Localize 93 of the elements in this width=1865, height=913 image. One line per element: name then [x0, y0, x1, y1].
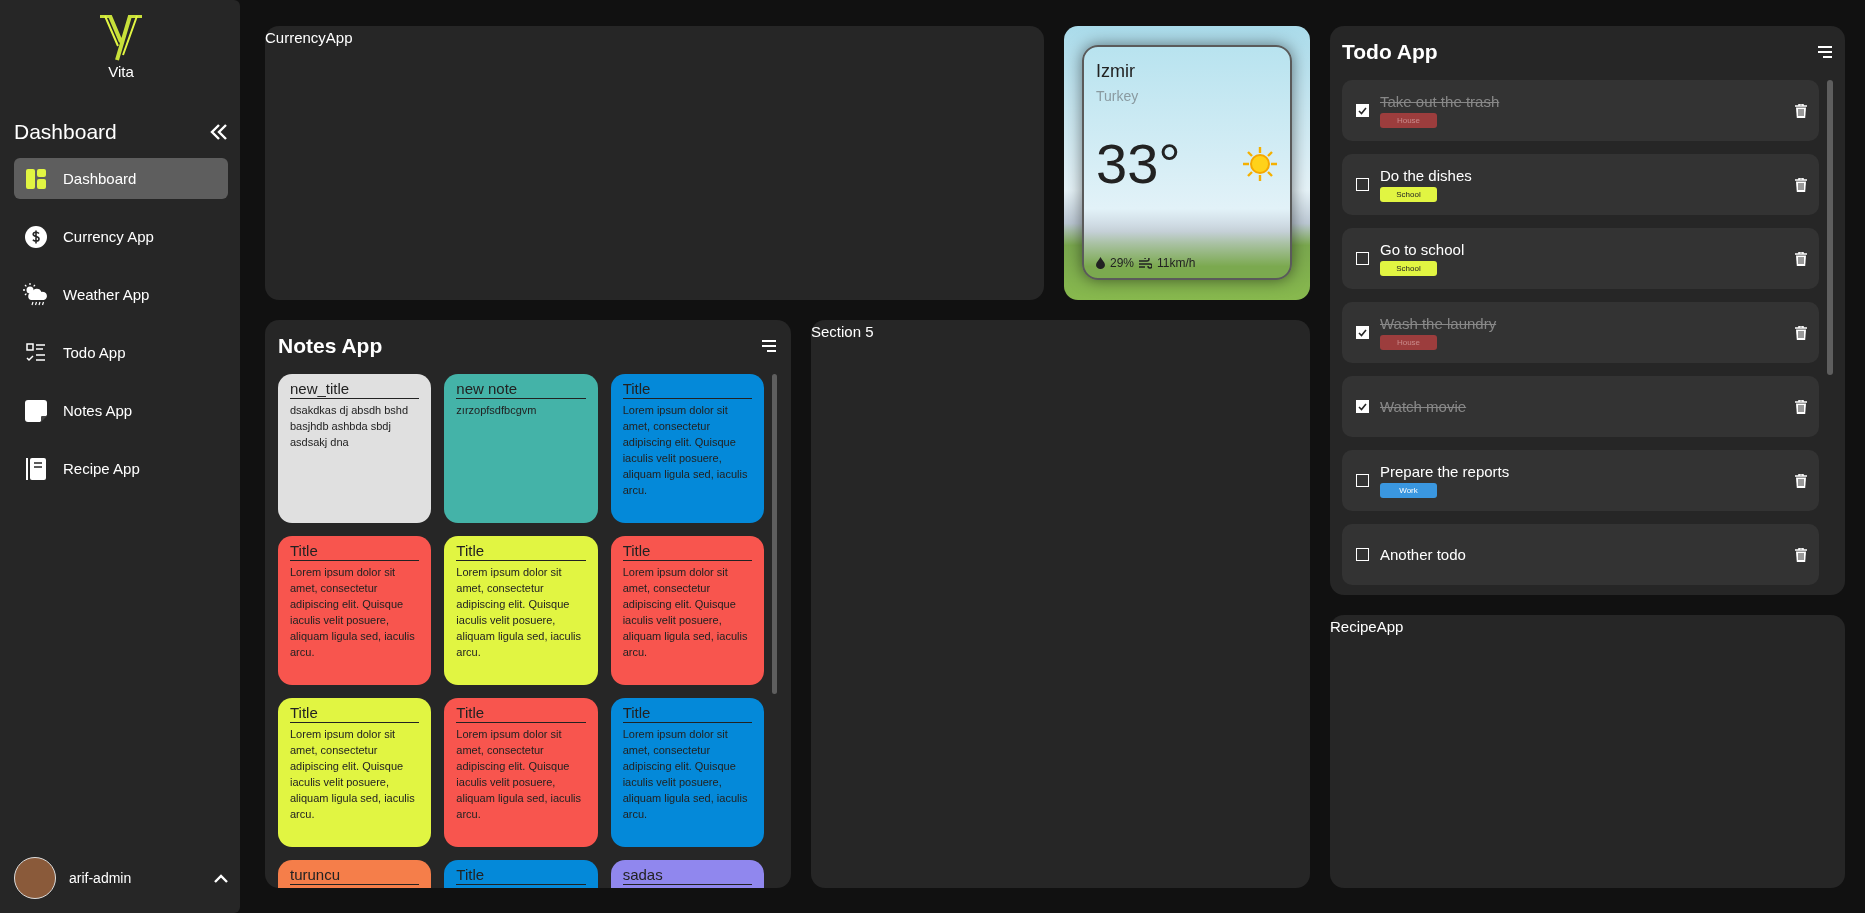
note-title: sadas: [622, 866, 752, 885]
droplet-icon: [1096, 257, 1105, 269]
card-title: CurrencyApp: [265, 29, 353, 46]
card-title: Section 5: [811, 323, 874, 340]
todo-text: Do the dishes: [1380, 167, 1472, 184]
checklist-icon: [26, 342, 46, 363]
todo-text: Prepare the reports: [1380, 463, 1510, 480]
todo-tag: Work: [1380, 483, 1437, 498]
note-title: Title: [290, 704, 420, 723]
sidebar-heading: Dashboard: [14, 120, 117, 144]
note-card[interactable]: turuncu: [278, 860, 432, 888]
note-card[interactable]: sadas: [610, 860, 764, 888]
logo-text: Vita: [108, 63, 134, 80]
note-title: new_title: [290, 380, 420, 399]
note-card[interactable]: Title Lorem ipsum dolor sit amet, consectetur adipiscing elit. Quisque iaculis velit posuere, aliquam ligula sed, iaculis arcu.: [278, 536, 432, 685]
note-icon: [25, 399, 47, 422]
note-card[interactable]: Title Lorem ipsum dolor sit amet, consectetur adipiscing elit. Quisque iaculis velit posuere, aliquam ligula sed, iaculis arcu.: [444, 698, 598, 847]
note-title: Title: [456, 542, 586, 561]
chevron-up-icon[interactable]: [214, 873, 228, 883]
note-title: Title: [622, 542, 752, 561]
user-name: arif-admin: [69, 870, 133, 886]
sidebar-item[interactable]: Notes App: [14, 390, 228, 431]
note-card[interactable]: Title Lorem ipsum dolor sit amet, consectetur adipiscing elit. Quisque iaculis velit posuere, aliquam ligula sed, iaculis arcu.: [444, 536, 598, 685]
sidebar-item[interactable]: Todo App: [14, 332, 228, 373]
note-title: Title: [456, 704, 586, 723]
todo-tag: School: [1380, 187, 1437, 202]
note-title: Title: [456, 866, 586, 885]
humidity-value: 29%: [1110, 256, 1135, 270]
dashboard-icon: [26, 168, 46, 189]
checkbox[interactable]: [1356, 252, 1369, 265]
trash-icon[interactable]: [1795, 103, 1807, 118]
note-card[interactable]: Title Lorem ipsum dolor sit amet, consectetur adipiscing elit. Quisque iaculis velit posuere, aliquam ligula sed, iaculis arcu.: [610, 698, 764, 847]
wind-icon: [1139, 257, 1153, 269]
checkbox[interactable]: [1356, 548, 1369, 561]
todo-text: Take out the trash: [1380, 93, 1500, 110]
sidebar-item[interactable]: Recipe App: [14, 448, 228, 489]
menu-icon[interactable]: [761, 340, 777, 352]
sidebar-item[interactable]: Weather App: [14, 274, 228, 315]
trash-icon[interactable]: [1795, 177, 1807, 192]
trash-icon[interactable]: [1795, 251, 1807, 266]
todo-text: Another todo: [1380, 546, 1466, 563]
note-title: turuncu: [290, 866, 420, 885]
todo-text: Go to school: [1380, 241, 1465, 258]
todo-text: Wash the laundry: [1380, 315, 1497, 332]
note-card[interactable]: new note zırzopfsdfbcgvm: [444, 374, 598, 523]
collapse-icon[interactable]: [210, 124, 228, 140]
note-text: Lorem ipsum dolor sit amet, consectetur adipiscing elit. Quisque iaculis velit posuere, aliquam ligula sed, iaculis arcu.: [456, 727, 583, 822]
note-text: Lorem ipsum dolor sit amet, consectetur adipiscing elit. Quisque iaculis velit posuere, aliquam ligula sed, iaculis arcu.: [622, 403, 749, 498]
card-title: RecipeApp: [1330, 618, 1404, 635]
sidebar-item[interactable]: Dashboard: [14, 158, 228, 199]
city-name: Izmir: [1096, 61, 1136, 82]
trash-icon[interactable]: [1795, 547, 1807, 562]
note-text: Lorem ipsum dolor sit amet, consectetur adipiscing elit. Quisque iaculis velit posuere, aliquam ligula sed, iaculis arcu.: [456, 565, 583, 660]
todo-text: Watch movie: [1380, 398, 1467, 415]
temperature: 33°: [1096, 136, 1181, 192]
note-text: dsakdkas dj absdh bshd basjhdb ashbda sbdj asdsakj dna: [290, 403, 410, 450]
wind-speed: 11km/h: [1157, 256, 1196, 270]
note-title: Title: [622, 380, 752, 399]
note-text: Lorem ipsum dolor sit amet, consectetur adipiscing elit. Quisque iaculis velit posuere, aliquam ligula sed, iaculis arcu.: [290, 727, 416, 822]
menu-icon[interactable]: [1817, 46, 1833, 58]
note-text: zırzopfsdfbcgvm: [456, 403, 538, 418]
country-name: Turkey: [1096, 88, 1140, 104]
checkbox[interactable]: [1356, 326, 1369, 339]
panel-title: Todo App: [1342, 40, 1438, 64]
checkbox[interactable]: [1356, 474, 1369, 487]
checkbox[interactable]: [1356, 178, 1369, 191]
todo-tag: House: [1380, 113, 1437, 128]
todo-tag: House: [1380, 335, 1437, 350]
note-card[interactable]: new_title dsakdkas dj absdh bshd basjhdb ashbda sbdj asdsakj dna: [278, 374, 432, 523]
sun-icon: [1242, 146, 1278, 182]
logo-icon: [99, 15, 143, 61]
note-title: Title: [622, 704, 752, 723]
note-card[interactable]: Title: [444, 860, 598, 888]
note-card[interactable]: Title Lorem ipsum dolor sit amet, consectetur adipiscing elit. Quisque iaculis velit posuere, aliquam ligula sed, iaculis arcu.: [610, 536, 764, 685]
note-text: Lorem ipsum dolor sit amet, consectetur adipiscing elit. Quisque iaculis velit posuere, aliquam ligula sed, iaculis arcu.: [290, 565, 416, 660]
checkbox[interactable]: [1356, 104, 1369, 117]
book-icon: [26, 457, 46, 480]
note-title: Title: [290, 542, 420, 561]
checkbox[interactable]: [1356, 400, 1369, 413]
note-title: new note: [456, 380, 586, 399]
trash-icon[interactable]: [1795, 473, 1807, 488]
weather-icon: [23, 282, 49, 307]
sidebar-item[interactable]: Currency App: [14, 216, 228, 257]
panel-title: Notes App: [278, 334, 383, 358]
avatar[interactable]: [14, 857, 56, 899]
dollar-icon: [25, 225, 47, 248]
note-text: Lorem ipsum dolor sit amet, consectetur adipiscing elit. Quisque iaculis velit posuere, aliquam ligula sed, iaculis arcu.: [622, 565, 749, 660]
trash-icon[interactable]: [1795, 325, 1807, 340]
note-card[interactable]: Title Lorem ipsum dolor sit amet, consectetur adipiscing elit. Quisque iaculis velit posuere, aliquam ligula sed, iaculis arcu.: [610, 374, 764, 523]
note-card[interactable]: Title Lorem ipsum dolor sit amet, consectetur adipiscing elit. Quisque iaculis velit posuere, aliquam ligula sed, iaculis arcu.: [278, 698, 432, 847]
todo-tag: School: [1380, 261, 1437, 276]
note-text: Lorem ipsum dolor sit amet, consectetur adipiscing elit. Quisque iaculis velit posuere, aliquam ligula sed, iaculis arcu.: [622, 727, 749, 822]
trash-icon[interactable]: [1795, 399, 1807, 414]
